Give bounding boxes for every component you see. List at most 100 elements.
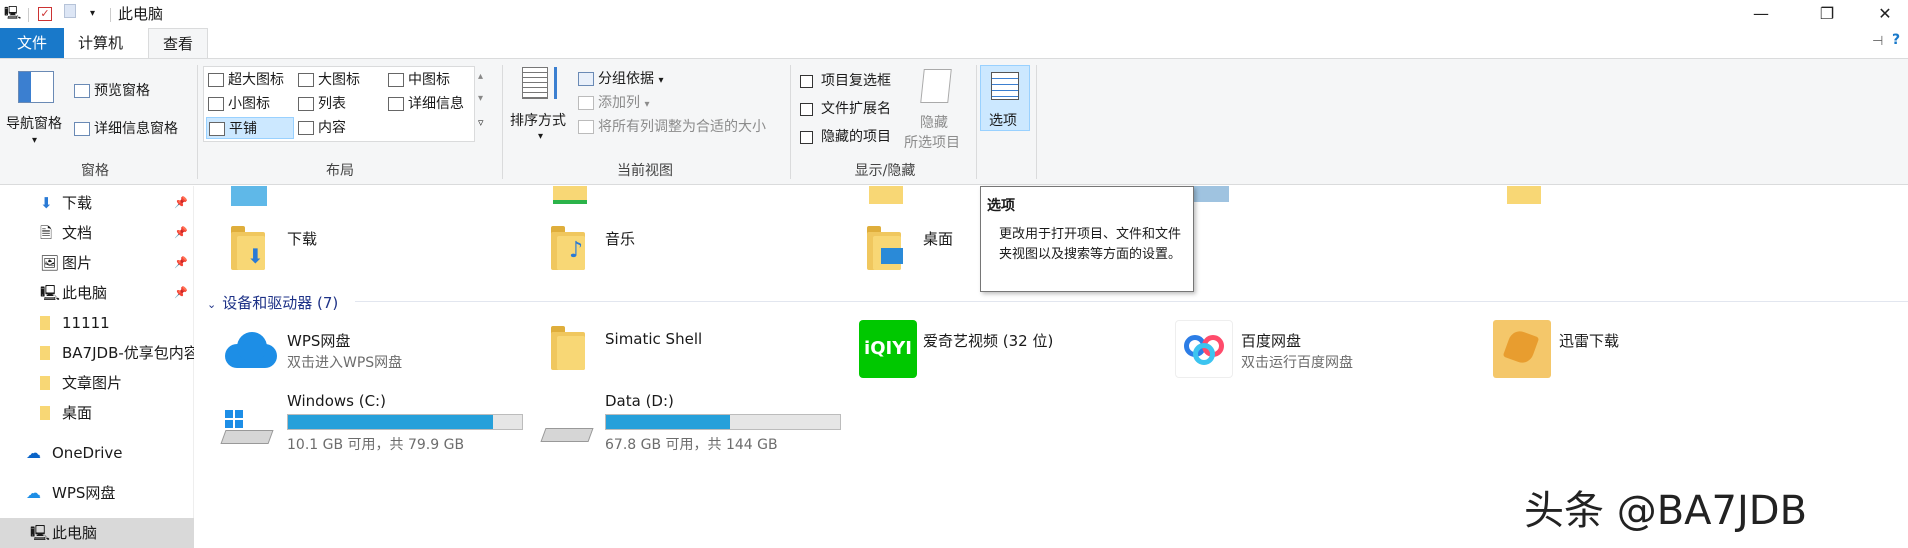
chevron-down-icon: ▾	[538, 131, 544, 142]
file-extensions-checkbox[interactable]	[800, 102, 813, 116]
hide-selected-label-1[interactable]: 隐藏	[920, 113, 948, 133]
drive-usage-fill	[288, 415, 493, 429]
iqiyi-icon[interactable]: iQIYI	[859, 320, 917, 378]
device-label[interactable]: 爱奇艺视频 (32 位)	[923, 330, 1053, 351]
nav-item-pictures[interactable]: 🖼 图片 📌	[0, 248, 194, 278]
list-icon	[298, 97, 314, 111]
group-by-button[interactable]: 分组依据 ▾	[578, 69, 663, 91]
item-checkboxes-toggle[interactable]: 项目复选框	[800, 71, 891, 91]
nav-item-desktop[interactable]: 桌面	[0, 398, 194, 428]
details-pane-label: 详细信息窗格	[94, 121, 178, 137]
device-label[interactable]: WPS网盘	[287, 330, 350, 351]
hide-selected-label-2[interactable]: 所选项目	[904, 133, 960, 153]
tab-view[interactable]: 查看	[148, 28, 209, 59]
drive-sub: 67.8 GB 可用，共 144 GB	[605, 437, 778, 453]
videos-folder-icon[interactable]	[869, 186, 903, 204]
drive-label[interactable]: Windows (C:)	[287, 392, 386, 410]
wps-cloud-icon[interactable]	[221, 330, 279, 370]
layout-tiles[interactable]: 平铺	[206, 117, 294, 139]
layout-extra-large-icons[interactable]: 超大图标	[206, 69, 284, 91]
baidu-netdisk-icon[interactable]	[1175, 320, 1233, 378]
pictures-folder-icon[interactable]	[1193, 186, 1229, 202]
cloud-icon: ☁	[26, 484, 41, 502]
layout-large-icons[interactable]: 大图标	[296, 69, 360, 91]
item-checkboxes-checkbox[interactable]	[800, 74, 813, 88]
layout-small-icons[interactable]: 小图标	[206, 93, 270, 115]
customize-toolbar-icon[interactable]: ▾	[90, 4, 95, 24]
documents-folder-icon[interactable]	[1507, 186, 1541, 204]
device-label[interactable]: 百度网盘	[1241, 330, 1301, 351]
folder-label[interactable]: 桌面	[923, 228, 953, 249]
gallery-up-icon[interactable]: ▴	[478, 67, 483, 87]
picture-icon: 🖼	[40, 254, 60, 272]
properties-icon[interactable]: ✓	[38, 4, 52, 24]
file-extensions-toggle[interactable]: 文件扩展名	[800, 99, 891, 119]
nav-item-this-pc-quick[interactable]: 🖳 此电脑 📌	[0, 278, 194, 308]
nav-item-label: OneDrive	[52, 444, 123, 462]
desktop-folder-icon[interactable]	[867, 226, 903, 270]
nav-item-article-images[interactable]: 文章图片	[0, 368, 194, 398]
folder-icon	[40, 406, 50, 420]
nav-item-this-pc[interactable]: 🖳 此电脑	[0, 518, 194, 548]
tab-file[interactable]: 文件	[0, 28, 64, 58]
nav-item-documents[interactable]: 🗎 文档 📌	[0, 218, 194, 248]
nav-item-wps[interactable]: ☁ WPS网盘	[0, 478, 194, 508]
downloads-folder-icon[interactable]: ⬇	[231, 226, 265, 270]
divider	[976, 65, 977, 179]
layout-details[interactable]: 详细信息	[386, 93, 464, 115]
add-columns-button[interactable]: 添加列 ▾	[578, 93, 649, 115]
sort-by-icon[interactable]	[520, 65, 566, 101]
music-folder-icon[interactable]: ♪	[551, 226, 585, 270]
details-pane-button[interactable]: 详细信息窗格	[74, 119, 178, 139]
drive-label[interactable]: Data (D:)	[605, 392, 674, 410]
nav-item-downloads[interactable]: ⬇ 下载 📌	[0, 188, 194, 218]
computer-icon[interactable]: 🖳	[4, 4, 21, 24]
preview-pane-label: 预览窗格	[94, 83, 150, 99]
options-button[interactable]: 选项	[980, 65, 1030, 131]
folder-icon	[40, 346, 50, 360]
tiles-icon	[209, 122, 225, 136]
nav-pane-button[interactable]	[10, 71, 60, 103]
folder-label[interactable]: 下载	[287, 228, 317, 249]
data-drive-icon[interactable]	[540, 416, 594, 446]
windows-drive-icon[interactable]	[220, 408, 274, 448]
pin-ribbon-icon[interactable]: ⊣	[1872, 34, 1883, 49]
new-folder-icon[interactable]	[64, 4, 76, 24]
size-all-columns-button[interactable]: 将所有列调整为合适的大小	[578, 117, 766, 137]
layout-content[interactable]: 内容	[296, 117, 346, 139]
layout-list[interactable]: 列表	[296, 93, 346, 115]
device-label[interactable]: Simatic Shell	[605, 330, 702, 348]
tooltip-body: 更改用于打开项目、文件和文件夹视图以及搜索等方面的设置。	[999, 227, 1182, 262]
xunlei-folder-icon[interactable]	[1493, 320, 1551, 378]
device-label[interactable]: 迅雷下载	[1559, 330, 1619, 351]
preview-pane-button[interactable]: 预览窗格	[74, 81, 150, 101]
gallery-down-icon[interactable]: ▾	[478, 89, 483, 109]
help-icon[interactable]: ?	[1892, 32, 1900, 48]
pin-icon[interactable]: 📌	[174, 248, 188, 278]
close-button[interactable]: ✕	[1862, 0, 1908, 28]
nav-item-11111[interactable]: 11111	[0, 308, 194, 338]
group-label-current-view: 当前视图	[617, 163, 673, 179]
layout-item-label: 中图标	[408, 72, 450, 88]
hidden-items-toggle[interactable]: 隐藏的项目	[800, 127, 891, 147]
pin-icon[interactable]: 📌	[174, 218, 188, 248]
folder-label[interactable]: 音乐	[605, 228, 635, 249]
nav-item-onedrive[interactable]: ☁ OneDrive	[0, 438, 194, 468]
simatic-folder-icon[interactable]	[551, 326, 585, 370]
ribbon-tabs: 文件 计算机 查看 ⊣ ?	[0, 28, 1908, 59]
pin-icon[interactable]: 📌	[174, 188, 188, 218]
hidden-items-checkbox[interactable]	[800, 130, 813, 144]
layout-medium-icons[interactable]: 中图标	[386, 69, 450, 91]
nav-item-ba7jdb[interactable]: BA7JDB-优享包内容	[0, 338, 194, 368]
tab-computer[interactable]: 计算机	[64, 28, 137, 58]
layout-item-label: 平铺	[229, 121, 257, 137]
devices-section-header[interactable]: ⌄ 设备和驱动器 (7)	[207, 292, 338, 313]
folder-icon[interactable]	[553, 186, 587, 204]
3d-objects-icon[interactable]	[231, 186, 267, 206]
maximize-button[interactable]: ❐	[1804, 0, 1850, 28]
hide-selected-icon	[920, 69, 952, 103]
pin-icon[interactable]: 📌	[174, 278, 188, 308]
ribbon: 导航窗格 ▾ 预览窗格 详细信息窗格 窗格 超大图标 大图标 中图标 小图标 列…	[0, 58, 1908, 185]
gallery-expand-icon[interactable]: ▿	[478, 113, 484, 133]
minimize-button[interactable]: —	[1738, 0, 1784, 28]
